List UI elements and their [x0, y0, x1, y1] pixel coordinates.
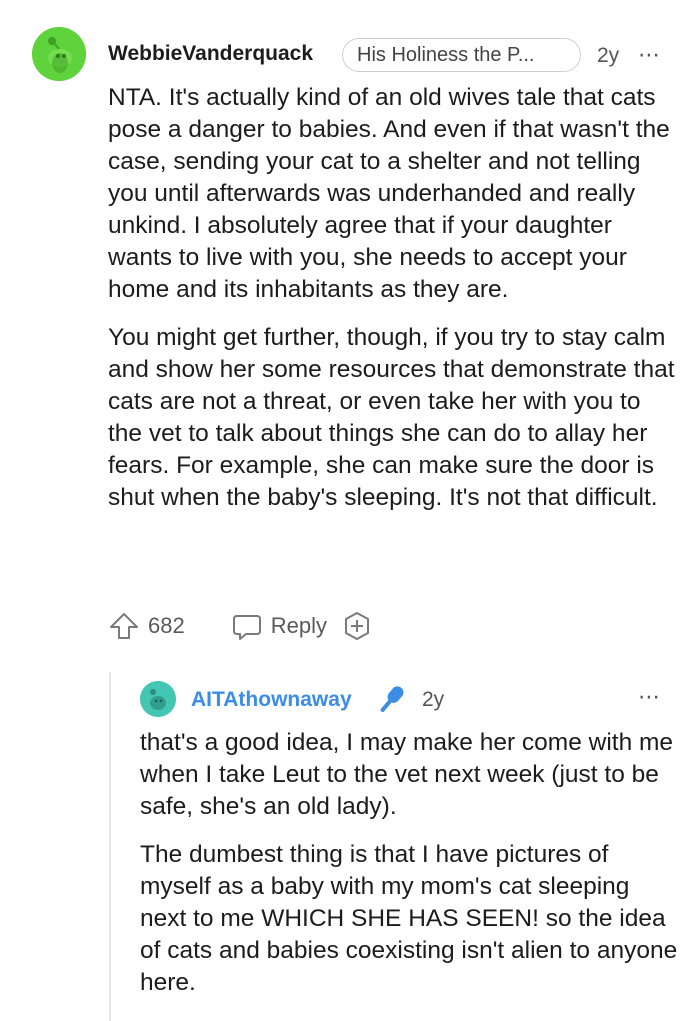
thread-line[interactable]	[109, 672, 111, 1021]
comment-age: 2y	[597, 44, 620, 67]
user-avatar[interactable]	[32, 27, 86, 81]
reply-paragraph: that's a good idea, I may make her come …	[140, 729, 674, 820]
more-options-icon[interactable]: ⋯	[638, 44, 661, 66]
reply-bubble-icon	[232, 615, 261, 640]
comment-paragraph: You might get further, though, if you tr…	[108, 324, 675, 511]
reply-label: Reply	[270, 613, 327, 638]
comment-actions: 682 Reply	[108, 610, 373, 642]
award-button[interactable]	[341, 610, 373, 642]
upvote-arrow-icon	[110, 613, 138, 639]
snoo-avatar-icon	[32, 27, 86, 81]
more-options-icon[interactable]: ⋯	[638, 686, 661, 708]
reply-body: that's a good idea, I may make her come …	[140, 727, 680, 999]
user-flair: His Holiness the P...	[342, 38, 581, 72]
comment-body: NTA. It's actually kind of an old wives …	[108, 82, 678, 514]
comment-paragraph: NTA. It's actually kind of an old wives …	[108, 84, 670, 303]
award-plus-icon	[344, 612, 369, 640]
comment-username[interactable]: WebbieVanderquack	[108, 42, 313, 66]
upvote-button[interactable]: 682	[108, 610, 185, 642]
reply-paragraph: The dumbest thing is that I have picture…	[140, 841, 678, 996]
upvote-count: 682	[148, 613, 185, 638]
snoo-avatar-icon	[140, 681, 176, 717]
reply-age: 2y	[422, 688, 445, 711]
reply-button[interactable]: Reply	[231, 610, 327, 642]
mic-icon	[372, 681, 410, 724]
reply-username[interactable]: AITAthownaway	[191, 688, 352, 712]
reply-avatar[interactable]	[140, 681, 176, 717]
